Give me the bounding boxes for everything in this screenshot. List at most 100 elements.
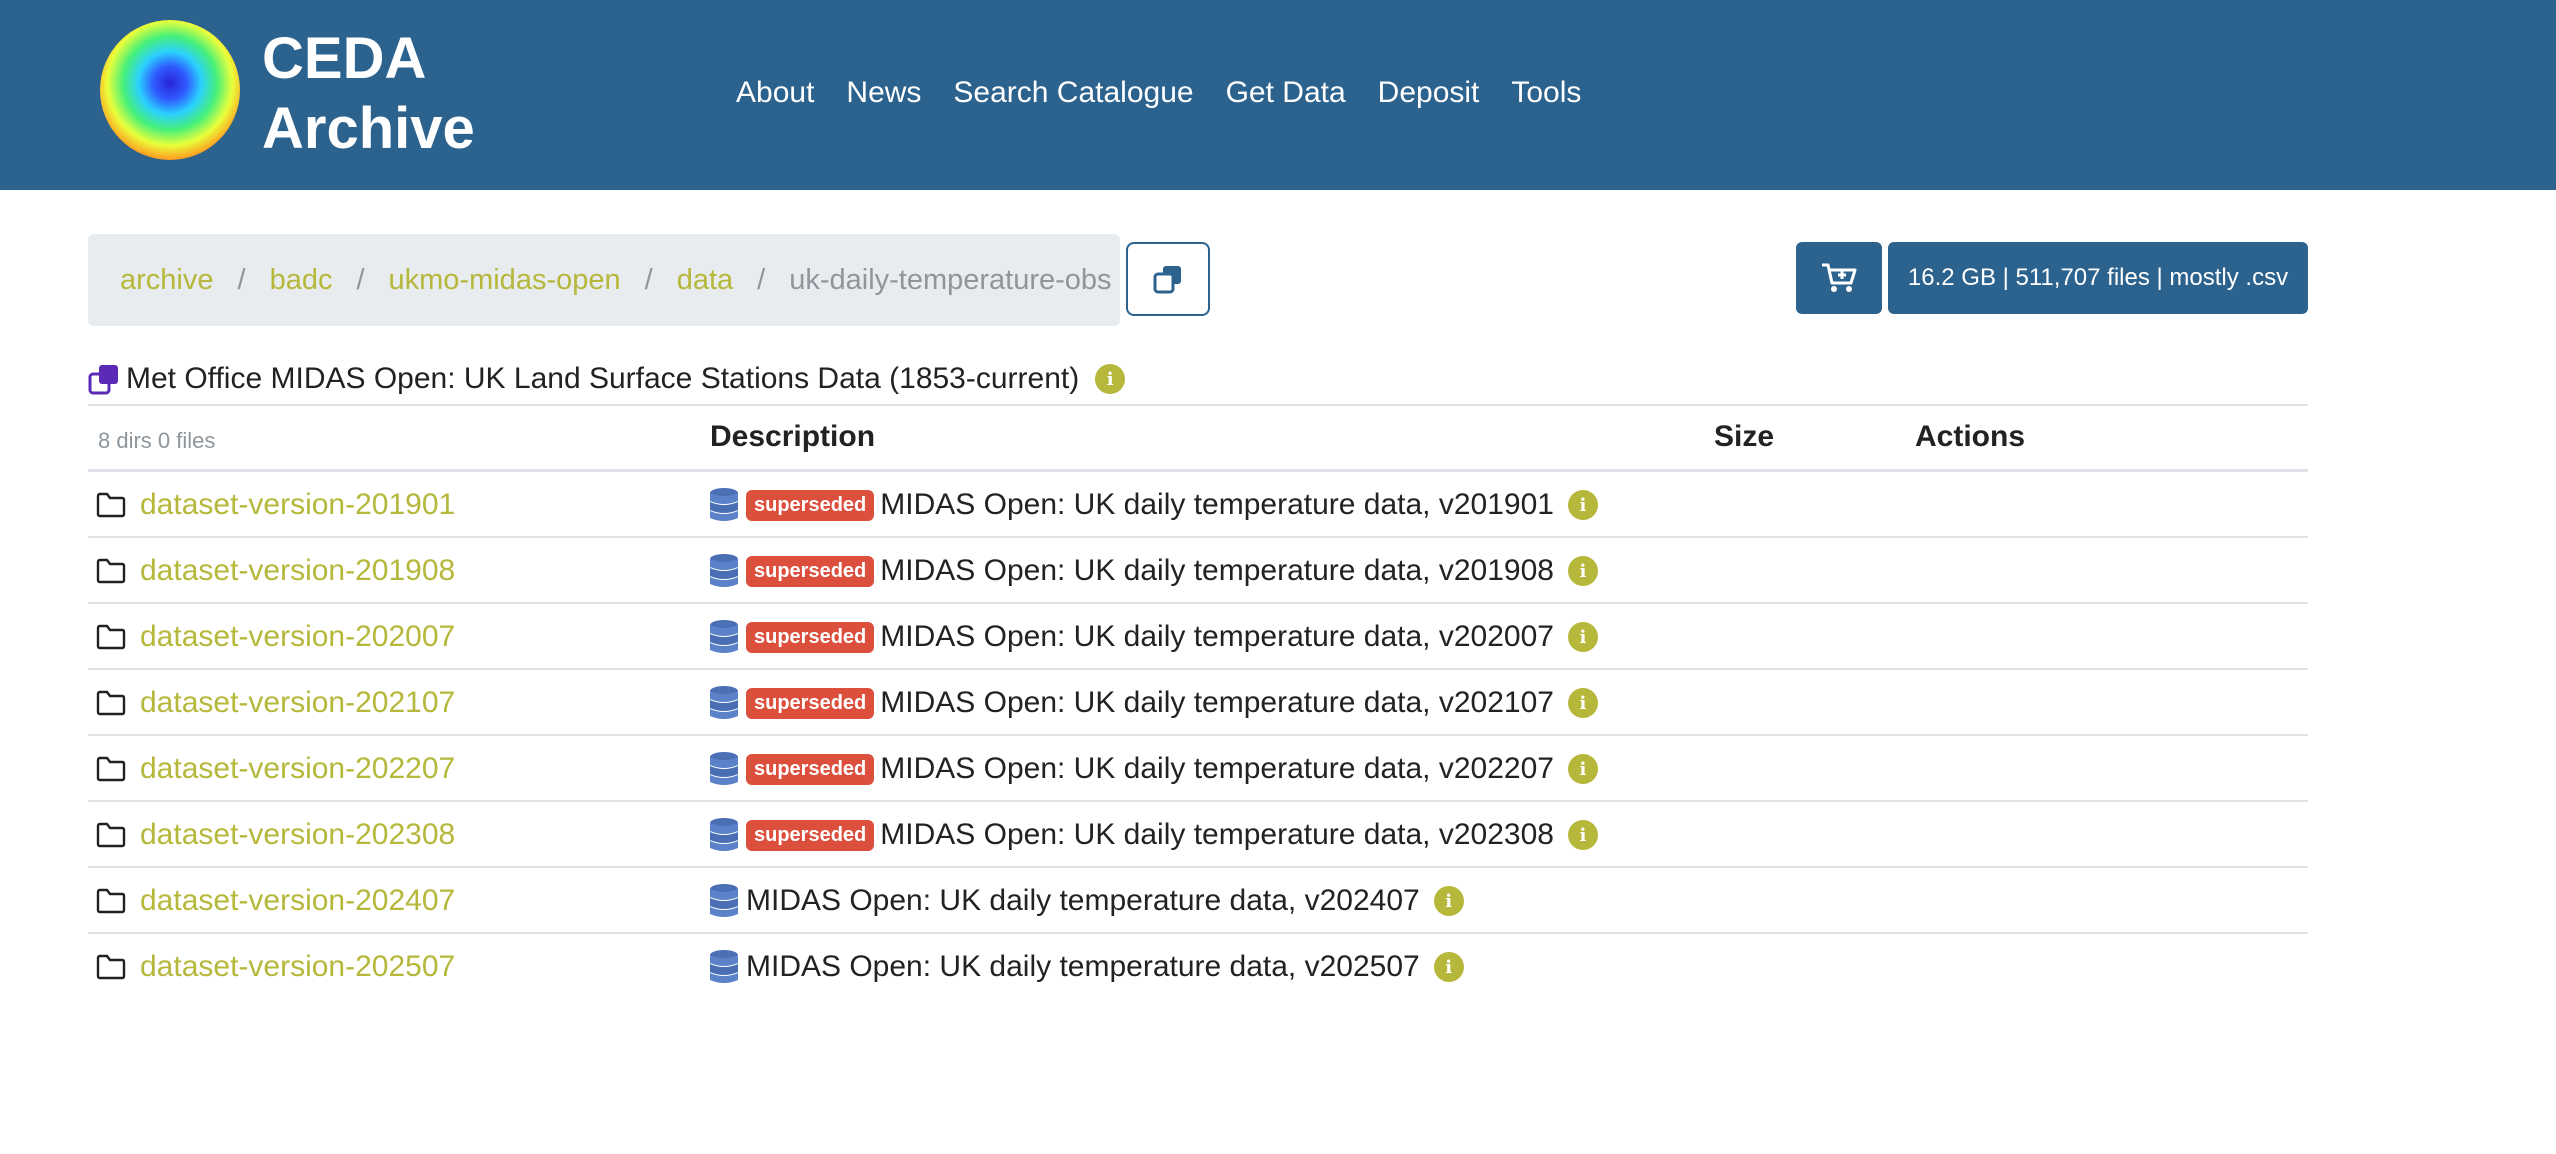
dataset-description-link[interactable]: MIDAS Open: UK daily temperature data, v… xyxy=(746,950,1420,984)
breadcrumb-item[interactable]: data xyxy=(677,264,733,297)
nav-about[interactable]: About xyxy=(736,68,814,118)
site-name[interactable]: CEDA Archive xyxy=(262,24,475,164)
dir-summary: 8 dirs 0 files xyxy=(98,428,216,453)
database-icon xyxy=(708,883,740,919)
nav-news[interactable]: News xyxy=(846,68,921,118)
dir-link[interactable]: dataset-version-202207 xyxy=(140,752,455,786)
folder-icon xyxy=(96,558,126,584)
folder-icon xyxy=(96,492,126,518)
database-icon xyxy=(708,487,740,523)
dir-link[interactable]: dataset-version-201901 xyxy=(140,488,455,522)
dir-link[interactable]: dataset-version-202107 xyxy=(140,686,455,720)
folder-icon xyxy=(96,954,126,980)
logo-line-1: CEDA xyxy=(262,26,427,91)
breadcrumb-separator: / xyxy=(237,263,246,296)
description-cell: superseded MIDAS Open: UK daily temperatu… xyxy=(708,472,1598,538)
collection-icon[interactable] xyxy=(88,363,120,395)
dir-cell: dataset-version-202007 xyxy=(96,604,455,670)
table-row: dataset-version-202207 superseded MIDAS Op… xyxy=(88,736,2308,802)
description-cell: superseded MIDAS Open: UK daily temperatu… xyxy=(708,670,1598,736)
table-row: dataset-version-202407 MIDAS Open: UK dai… xyxy=(88,868,2308,934)
logo-line-2: Archive xyxy=(262,96,475,161)
table-row: dataset-version-202007 superseded MIDAS Op… xyxy=(88,604,2308,670)
folder-icon xyxy=(96,822,126,848)
dataset-description-link[interactable]: MIDAS Open: UK daily temperature data, v… xyxy=(880,488,1554,522)
superseded-badge: superseded xyxy=(746,753,875,785)
breadcrumb-current: uk-daily-temperature-obs xyxy=(789,263,1112,296)
database-icon xyxy=(708,685,740,721)
dir-link[interactable]: dataset-version-202308 xyxy=(140,818,455,852)
table-row: dataset-version-202308 superseded MIDAS Op… xyxy=(88,802,2308,868)
dataset-description-link[interactable]: MIDAS Open: UK daily temperature data, v… xyxy=(880,686,1554,720)
info-icon[interactable]: i xyxy=(1567,556,1598,586)
dataset-description-link[interactable]: MIDAS Open: UK daily temperature data, v… xyxy=(880,620,1554,654)
folder-icon xyxy=(96,690,126,716)
dir-link[interactable]: dataset-version-202507 xyxy=(140,950,455,984)
dataset-title: Met Office MIDAS Open: UK Land Surface S… xyxy=(88,362,1126,396)
dataset-description-link[interactable]: MIDAS Open: UK daily temperature data, v… xyxy=(880,752,1554,786)
database-icon xyxy=(708,619,740,655)
dataset-description-link[interactable]: MIDAS Open: UK daily temperature data, v… xyxy=(746,884,1420,918)
breadcrumb-separator: / xyxy=(356,263,365,296)
folder-icon xyxy=(96,624,126,650)
copy-path-button[interactable] xyxy=(1126,242,1210,316)
dir-link[interactable]: dataset-version-202407 xyxy=(140,884,455,918)
cart-icon xyxy=(1822,263,1857,292)
description-cell: MIDAS Open: UK daily temperature data, v… xyxy=(708,868,1464,934)
description-cell: superseded MIDAS Open: UK daily temperatu… xyxy=(708,604,1598,670)
folder-icon xyxy=(96,756,126,782)
dir-cell: dataset-version-202407 xyxy=(96,868,455,934)
column-description: Description xyxy=(710,420,876,453)
dir-cell: dataset-version-202507 xyxy=(96,934,455,1000)
add-to-cart-button[interactable] xyxy=(1796,242,1882,314)
info-icon[interactable]: i xyxy=(1433,886,1464,916)
breadcrumb-item[interactable]: ukmo-midas-open xyxy=(389,264,621,297)
main-nav: About News Search Catalogue Get Data Dep… xyxy=(736,68,1581,118)
description-cell: superseded MIDAS Open: UK daily temperatu… xyxy=(708,538,1598,604)
table-row: dataset-version-201908 superseded MIDAS Op… xyxy=(88,538,2308,604)
ceda-logo[interactable] xyxy=(100,20,240,160)
info-icon[interactable]: i xyxy=(1433,952,1464,982)
table-row: dataset-version-202107 superseded MIDAS Op… xyxy=(88,670,2308,736)
dir-link[interactable]: dataset-version-202007 xyxy=(140,620,455,654)
nav-search-catalogue[interactable]: Search Catalogue xyxy=(953,68,1193,118)
dataset-description-link[interactable]: MIDAS Open: UK daily temperature data, v… xyxy=(880,818,1554,852)
column-size[interactable]: Size xyxy=(1714,420,1774,454)
nav-get-data[interactable]: Get Data xyxy=(1226,68,1346,118)
breadcrumb-item[interactable]: archive xyxy=(120,264,214,297)
dir-link[interactable]: dataset-version-201908 xyxy=(140,554,455,588)
info-icon[interactable]: i xyxy=(1095,364,1126,394)
table-header: 8 dirs 0 files Description Size Actions xyxy=(88,404,2308,472)
info-icon[interactable]: i xyxy=(1567,622,1598,652)
breadcrumb: archive / badc / ukmo-midas-open / data … xyxy=(88,234,1120,326)
database-icon xyxy=(708,553,740,589)
database-icon xyxy=(708,751,740,787)
copy-icon xyxy=(1153,266,1181,294)
table-body: dataset-version-201901 superseded MIDAS Op… xyxy=(88,472,2308,1000)
info-icon[interactable]: i xyxy=(1567,820,1598,850)
database-icon xyxy=(708,949,740,985)
dataset-title-text[interactable]: Met Office MIDAS Open: UK Land Surface S… xyxy=(126,362,1079,396)
breadcrumb-separator: / xyxy=(757,263,766,296)
directory-table: 8 dirs 0 files Description Size Actions … xyxy=(88,404,2308,1000)
dir-cell: dataset-version-202308 xyxy=(96,802,455,868)
nav-tools[interactable]: Tools xyxy=(1511,68,1581,118)
breadcrumb-separator: / xyxy=(644,263,653,296)
superseded-badge: superseded xyxy=(746,489,875,521)
superseded-badge: superseded xyxy=(746,621,875,653)
dir-cell: dataset-version-201908 xyxy=(96,538,455,604)
dataset-description-link[interactable]: MIDAS Open: UK daily temperature data, v… xyxy=(880,554,1554,588)
breadcrumb-item[interactable]: badc xyxy=(270,264,333,297)
info-icon[interactable]: i xyxy=(1567,688,1598,718)
dir-cell: dataset-version-202207 xyxy=(96,736,455,802)
database-icon xyxy=(708,817,740,853)
info-icon[interactable]: i xyxy=(1567,490,1598,520)
site-header: CEDA Archive About News Search Catalogue… xyxy=(0,0,2556,190)
column-actions: Actions xyxy=(1915,420,2026,453)
dir-cell: dataset-version-202107 xyxy=(96,670,455,736)
description-cell: MIDAS Open: UK daily temperature data, v… xyxy=(708,934,1464,1000)
nav-deposit[interactable]: Deposit xyxy=(1378,68,1480,118)
info-icon[interactable]: i xyxy=(1567,754,1598,784)
directory-stats-button[interactable]: 16.2 GB | 511,707 files | mostly .csv xyxy=(1888,242,2308,314)
folder-icon xyxy=(96,888,126,914)
